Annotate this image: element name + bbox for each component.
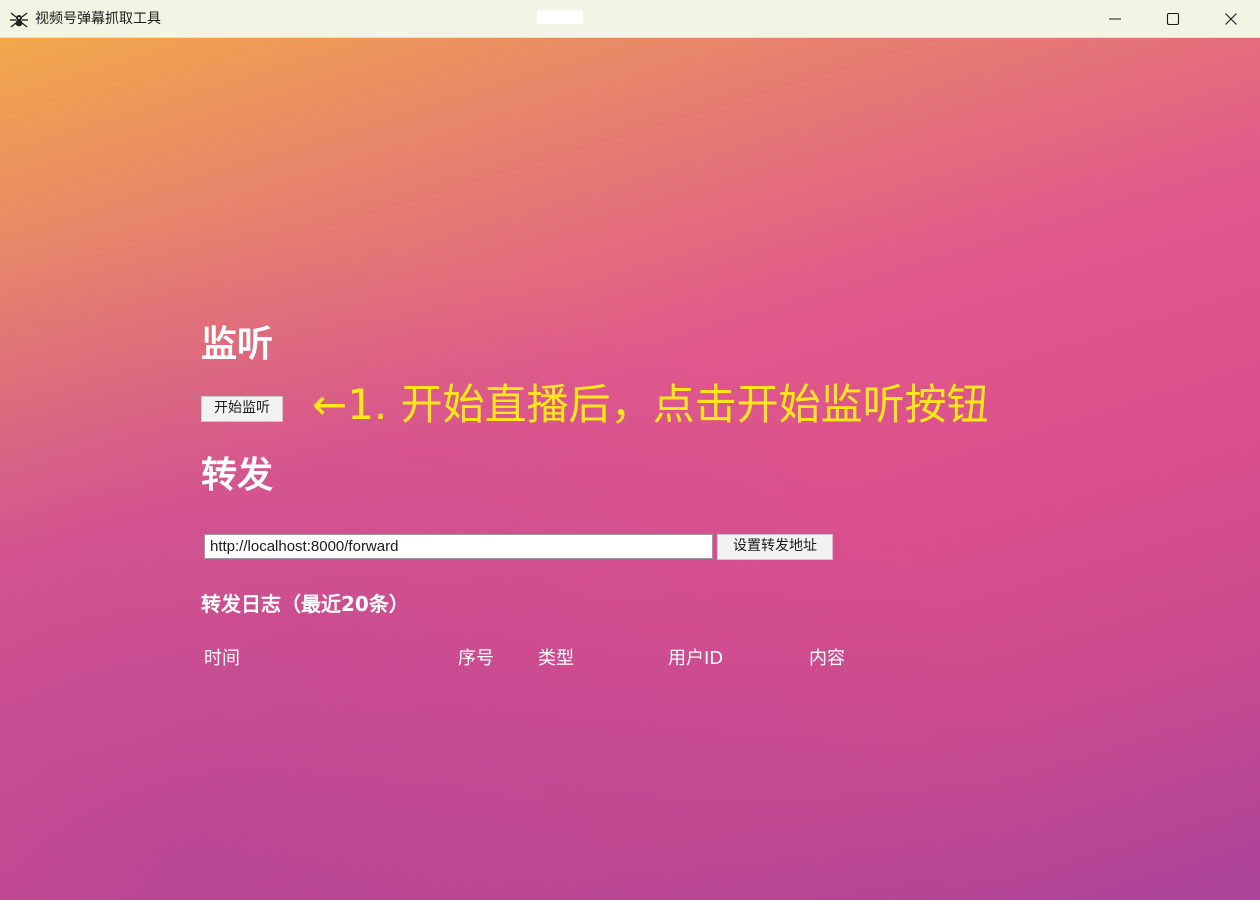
column-header-user-id: 用户ID xyxy=(668,648,724,669)
column-header-content: 内容 xyxy=(809,648,845,669)
title-bar-blank-area xyxy=(537,10,583,24)
forward-heading: 转发 xyxy=(201,455,274,496)
window-title: 视频号弹幕抓取工具 xyxy=(35,11,161,27)
minimize-button[interactable] xyxy=(1086,0,1144,38)
close-button[interactable] xyxy=(1202,0,1260,38)
instruction-hint: ←1. 开始直播后，点击开始监听按钮 xyxy=(312,380,989,429)
set-forward-address-button[interactable]: 设置转发地址 xyxy=(717,534,833,560)
column-header-time: 时间 xyxy=(204,648,240,669)
spider-icon xyxy=(9,9,29,29)
listen-heading: 监听 xyxy=(201,324,274,365)
app-window: 视频号弹幕抓取工具 监听 开始监听 ←1. 开始直播后，点击开始监听按钮 转发 … xyxy=(0,0,1260,900)
column-header-sequence: 序号 xyxy=(458,648,494,669)
forward-log-title: 转发日志（最近20条） xyxy=(201,592,409,616)
main-content: 监听 开始监听 ←1. 开始直播后，点击开始监听按钮 转发 设置转发地址 转发日… xyxy=(0,38,1260,900)
column-header-type: 类型 xyxy=(538,648,574,669)
forward-url-input[interactable] xyxy=(204,534,713,559)
title-bar[interactable]: 视频号弹幕抓取工具 xyxy=(0,0,1260,38)
maximize-button[interactable] xyxy=(1144,0,1202,38)
start-listen-button[interactable]: 开始监听 xyxy=(201,396,283,422)
